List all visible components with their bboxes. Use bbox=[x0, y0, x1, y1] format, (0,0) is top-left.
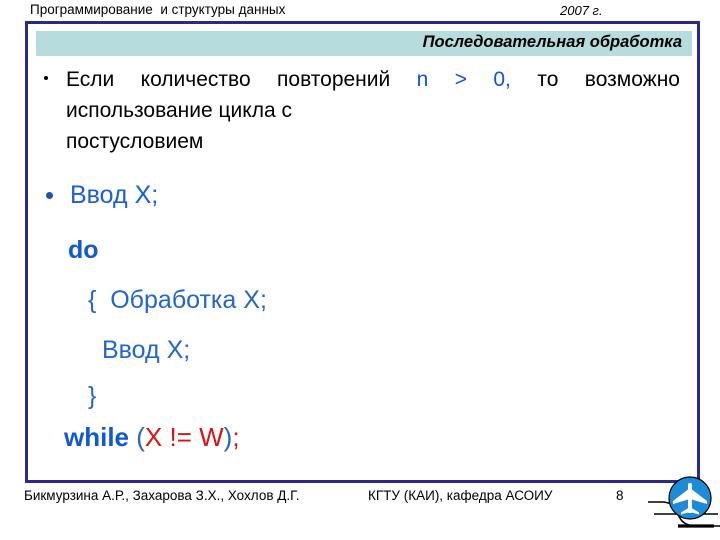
bullet-dot-icon bbox=[46, 192, 53, 199]
slide-header: Программирование и структуры данных 2007… bbox=[0, 2, 720, 22]
code-line-open-brace: { Обработка X; bbox=[88, 286, 267, 314]
bullet-condition-text: Если количество повторений n > 0, то воз… bbox=[66, 64, 680, 157]
slide-title-band: Последовательная обработка bbox=[36, 31, 692, 56]
code-line-do: do bbox=[68, 236, 99, 264]
while-condition: X != W bbox=[144, 422, 224, 452]
code-line-input: Ввод X; bbox=[102, 336, 191, 364]
condition-text-line3: постусловием bbox=[66, 130, 204, 153]
slide-root: Программирование и структуры данных 2007… bbox=[0, 0, 720, 540]
code-line-close-brace: } bbox=[88, 382, 97, 410]
airplane-logo-icon bbox=[648, 470, 720, 536]
condition-text-part2: то bbox=[510, 68, 559, 91]
slide-body: Если количество повторений n > 0, то воз… bbox=[36, 64, 696, 474]
condition-code-expr: n > 0, bbox=[416, 68, 511, 91]
slide-footer: Бикмурзина А.Р., Захарова З.Х., Хохлов Д… bbox=[0, 486, 720, 540]
paren-open: ( bbox=[129, 422, 145, 452]
condition-text-part1: Если количество повторений bbox=[66, 68, 417, 91]
code-line-while: while (X != W); bbox=[64, 422, 240, 453]
statement-semicolon: ; bbox=[232, 422, 240, 452]
bullet-dot-icon bbox=[44, 76, 48, 80]
keyword-while: while bbox=[64, 422, 130, 452]
year-label: 2007 г. bbox=[560, 3, 603, 18]
course-title: Программирование и структуры данных bbox=[30, 2, 286, 17]
footer-page-number: 8 bbox=[616, 488, 624, 503]
bullet-item-condition: Если количество повторений n > 0, то воз… bbox=[36, 64, 680, 157]
bullet-item-input: Ввод X; bbox=[36, 178, 536, 212]
bullet-input-text: Ввод X; bbox=[70, 181, 159, 209]
footer-department: КГТУ (КАИ), кафедра АСОИУ bbox=[368, 488, 553, 503]
footer-authors: Бикмурзина А.Р., Захарова З.Х., Хохлов Д… bbox=[24, 488, 300, 503]
slide-title: Последовательная обработка bbox=[422, 33, 682, 51]
